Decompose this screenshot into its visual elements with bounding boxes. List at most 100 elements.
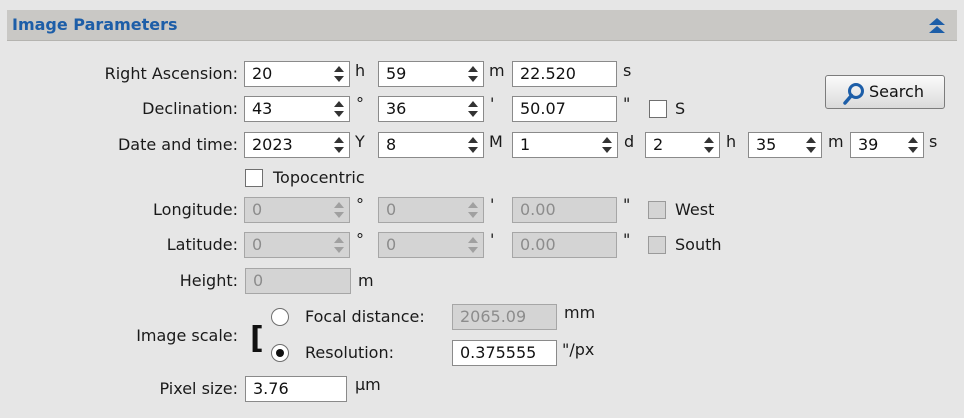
spinner-arrows-icon[interactable] [699, 133, 719, 157]
height-unit: m [358, 271, 374, 290]
dec-degrees-spinner[interactable]: 43 [244, 96, 350, 122]
resolution-label: Resolution: [305, 343, 394, 362]
latitude-degrees-value: 0 [252, 235, 263, 254]
dec-degrees-unit: ° [356, 94, 364, 113]
latitude-seconds-unit: " [623, 230, 631, 249]
focal-distance-radio[interactable] [271, 308, 289, 326]
second-unit: s [929, 132, 938, 151]
month-spinner[interactable]: 8 [378, 132, 484, 158]
pixel-size-value: 3.76 [253, 379, 289, 398]
radio-selected-dot [276, 349, 284, 357]
pixel-size-input[interactable]: 3.76 [245, 376, 347, 402]
minute-unit: m [828, 132, 844, 151]
height-label: Height: [179, 271, 238, 290]
latitude-seconds-input: 0.00 [512, 232, 617, 258]
latitude-seconds-value: 0.00 [520, 235, 556, 254]
dec-minutes-spinner[interactable]: 36 [378, 96, 484, 122]
year-unit: Y [355, 132, 365, 151]
focal-distance-label: Focal distance: [305, 307, 425, 326]
month-value: 8 [386, 135, 397, 154]
focal-distance-input: 2065.09 [452, 304, 557, 330]
topocentric-checkbox[interactable] [245, 169, 263, 187]
longitude-minutes-value: 0 [386, 200, 397, 219]
height-input: 0 [245, 268, 351, 294]
ra-seconds-input[interactable]: 22.520 [512, 61, 617, 87]
year-value: 2023 [252, 135, 293, 154]
latitude-minutes-unit: ' [490, 230, 495, 249]
spinner-arrows-icon[interactable] [329, 97, 349, 121]
focal-distance-unit: mm [564, 303, 596, 322]
latitude-minutes-spinner: 0 [378, 232, 484, 258]
dec-south-checkbox[interactable] [649, 100, 667, 118]
longitude-seconds-input: 0.00 [512, 197, 617, 223]
west-checkbox [648, 201, 666, 219]
second-spinner[interactable]: 39 [850, 132, 924, 158]
panel-header: Image Parameters [7, 10, 957, 41]
latitude-degrees-spinner: 0 [244, 232, 350, 258]
latitude-degrees-unit: ° [356, 230, 364, 249]
spinner-arrows-icon [463, 233, 483, 257]
resolution-input[interactable]: 0.375555 [452, 340, 557, 366]
declination-label: Declination: [142, 99, 238, 118]
search-label: Search [869, 82, 924, 101]
longitude-degrees-unit: ° [356, 195, 364, 214]
longitude-minutes-unit: ' [490, 195, 495, 214]
ra-minutes-spinner[interactable]: 59 [378, 61, 484, 87]
day-unit: d [624, 132, 635, 151]
hour-spinner[interactable]: 2 [645, 132, 720, 158]
hour-value: 2 [653, 135, 664, 154]
search-icon [842, 82, 866, 110]
date-time-label: Date and time: [117, 135, 238, 154]
minute-value: 35 [756, 135, 777, 154]
dec-seconds-input[interactable]: 50.07 [512, 96, 617, 122]
ra-seconds-value: 22.520 [520, 64, 576, 83]
collapse-icon[interactable] [927, 16, 947, 36]
spinner-arrows-icon[interactable] [329, 133, 349, 157]
search-button[interactable]: Search [825, 75, 945, 109]
lat-south-checkbox [648, 236, 666, 254]
height-value: 0 [253, 271, 264, 290]
resolution-unit: "/px [562, 340, 595, 359]
ra-hours-value: 20 [252, 64, 273, 83]
spinner-arrows-icon[interactable] [329, 62, 349, 86]
west-label: West [675, 200, 715, 219]
month-unit: M [489, 132, 503, 151]
ra-minutes-value: 59 [386, 64, 407, 83]
day-value: 1 [520, 135, 531, 154]
spinner-arrows-icon [463, 198, 483, 222]
resolution-radio[interactable] [271, 344, 289, 362]
spinner-arrows-icon [329, 233, 349, 257]
dec-south-label: S [675, 99, 686, 118]
spinner-arrows-icon[interactable] [597, 133, 617, 157]
ra-label: Right Ascension: [104, 64, 238, 83]
pixel-size-label: Pixel size: [159, 379, 238, 398]
ra-hours-spinner[interactable]: 20 [244, 61, 350, 87]
longitude-seconds-unit: " [623, 195, 631, 214]
dec-degrees-value: 43 [252, 99, 273, 118]
scale-bracket: [ [250, 321, 264, 356]
longitude-label: Longitude: [153, 200, 238, 219]
latitude-minutes-value: 0 [386, 235, 397, 254]
second-value: 39 [858, 135, 879, 154]
dec-seconds-unit: " [623, 94, 631, 113]
year-spinner[interactable]: 2023 [244, 132, 350, 158]
lat-south-label: South [675, 235, 722, 254]
ra-hours-unit: h [355, 61, 366, 80]
day-spinner[interactable]: 1 [512, 132, 618, 158]
spinner-arrows-icon[interactable] [463, 133, 483, 157]
hour-unit: h [726, 132, 737, 151]
spinner-arrows-icon [329, 198, 349, 222]
longitude-minutes-spinner: 0 [378, 197, 484, 223]
dec-minutes-unit: ' [490, 94, 495, 113]
topocentric-label: Topocentric [273, 168, 365, 187]
latitude-label: Latitude: [166, 235, 238, 254]
panel-title: Image Parameters [12, 15, 178, 34]
image-scale-label: Image scale: [136, 326, 238, 345]
spinner-arrows-icon[interactable] [463, 62, 483, 86]
ra-minutes-unit: m [489, 61, 505, 80]
minute-spinner[interactable]: 35 [748, 132, 822, 158]
spinner-arrows-icon[interactable] [463, 97, 483, 121]
focal-distance-value: 2065.09 [460, 307, 527, 326]
spinner-arrows-icon[interactable] [801, 133, 821, 157]
spinner-arrows-icon[interactable] [903, 133, 923, 157]
